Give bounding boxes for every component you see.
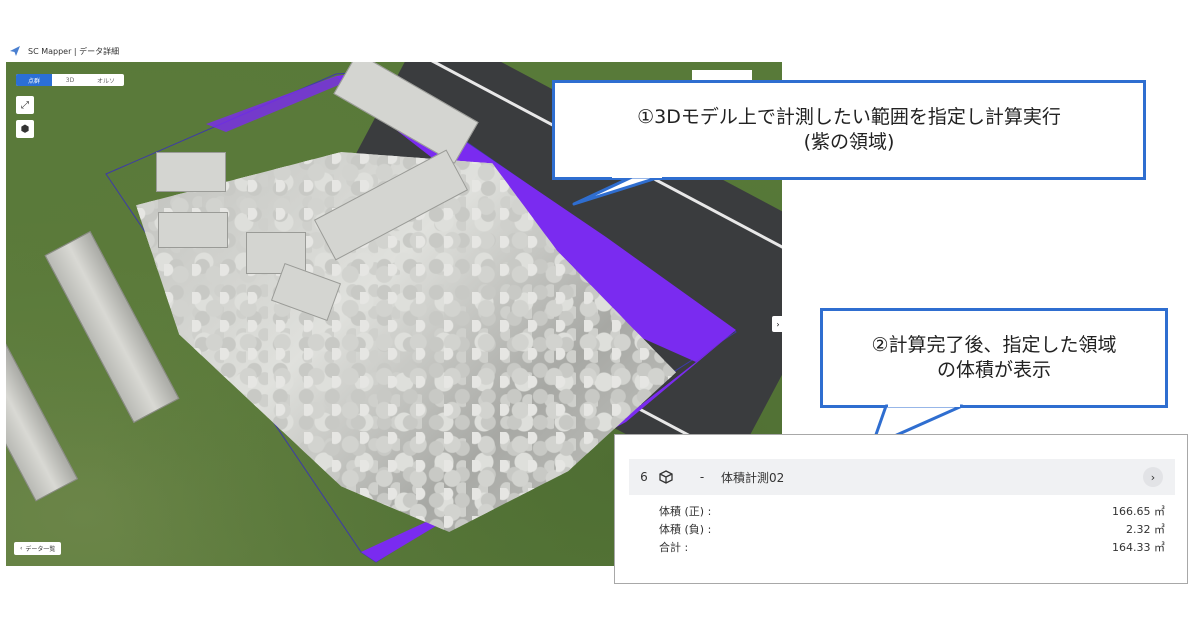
callout-step1-line1: ①3Dモデル上で計測したい範囲を指定し計算実行 [637,106,1061,129]
volume-negative-row: 体積 (負) : 2.32 ㎥ [659,521,1165,537]
tab-point-cloud[interactable]: 点群 [16,74,52,86]
concrete-block [158,212,228,248]
expand-chevron-button[interactable]: › [1143,467,1163,487]
volume-negative-value: 2.32 ㎥ [1126,523,1165,536]
expand-icon: ⤢ [21,99,29,111]
callout-step2-line1: ②計算完了後、指定した領域 [871,334,1117,357]
concrete-block [156,152,226,192]
tab-ortho[interactable]: オルソ [88,74,124,86]
callout-step1-tail [572,176,662,206]
measure-button[interactable]: ⬢ [16,120,34,138]
volume-total-row: 合計 : 164.33 ㎥ [659,539,1165,555]
cube-icon [659,470,683,484]
expand-button[interactable]: ⤢ [16,96,34,114]
data-list-label: データ一覧 [25,546,56,553]
tab-3d[interactable]: 3D [52,74,88,86]
volume-positive-row: 体積 (正) : 166.65 ㎥ [659,503,1165,519]
measurement-dash: - [699,470,705,484]
volume-total-value: 164.33 ㎥ [1112,541,1165,554]
callout-step1-line2: (紫の領域) [803,131,895,153]
paper-plane-icon [8,44,22,58]
measurement-row[interactable]: 6 - 体積計測02 › [629,459,1175,495]
chevron-right-icon: › [1150,470,1156,484]
chevron-right-icon: › [776,319,780,329]
view-mode-tabs: 点群 3D オルソ [16,74,124,86]
app-title: SC Mapper | データ詳細 [28,46,120,56]
callout-step2-line2: の体積が表示 [936,359,1051,381]
volume-positive-label: 体積 (正) : [659,505,712,518]
callout-step1: ①3Dモデル上で計測したい範囲を指定し計算実行 (紫の領域) [552,80,1146,180]
data-list-button[interactable]: ‹ データ一覧 [14,542,62,555]
hexagon-icon: ⬢ [20,123,30,135]
app-header: SC Mapper | データ詳細 [8,40,788,62]
chevron-left-icon: ‹ [20,545,23,552]
volume-positive-value: 166.65 ㎥ [1112,505,1165,518]
callout-step2: ②計算完了後、指定した領域 の体積が表示 [820,308,1168,408]
measurement-title: 体積計測02 [721,470,785,485]
measurement-index: 6 [640,470,648,484]
volume-negative-label: 体積 (負) : [659,523,712,536]
volume-result-panel: 6 - 体積計測02 › 体積 (正) : 166.65 ㎥ 体積 (負) : … [614,434,1188,584]
volume-total-label: 合計 : [659,541,689,554]
panel-toggle-button[interactable]: › [772,316,782,332]
